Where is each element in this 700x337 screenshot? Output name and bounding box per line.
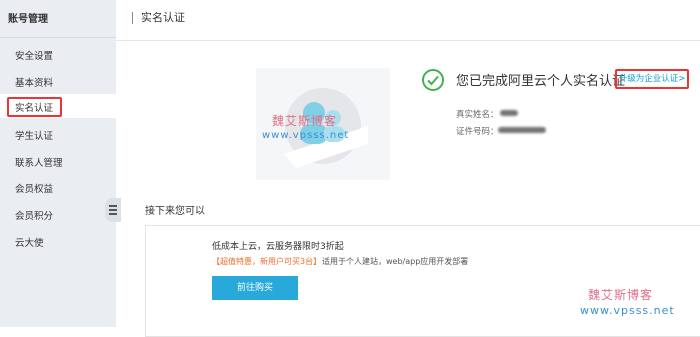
sidebar-item-label: 会员权益 <box>15 184 54 195</box>
upgrade-to-enterprise-link[interactable]: 升级为企业认证> <box>615 69 689 89</box>
watermark-text: 魏艾斯博客 <box>272 114 338 128</box>
watermark-text-corner: 魏艾斯博客 <box>588 288 654 302</box>
sidebar-item-security[interactable]: 安全设置 <box>0 42 116 66</box>
sidebar-item-label: 基本资料 <box>15 78 54 89</box>
sidebar-item-label: 联系人管理 <box>15 158 63 169</box>
watermark-url-corner: www.vpsss.net <box>580 304 675 317</box>
real-name-value-redacted <box>500 110 518 116</box>
sidebar-title: 账号管理 <box>8 14 48 25</box>
header-divider <box>116 40 700 41</box>
watermark-url: www.vpsss.net <box>262 130 350 141</box>
sidebar-item-student-auth[interactable]: 学生认证 <box>0 122 116 146</box>
promo-title: 低成本上云，云服务器限时3折起 <box>212 242 344 252</box>
sidebar-item-contacts[interactable]: 联系人管理 <box>0 149 116 173</box>
check-circle-icon <box>422 69 444 91</box>
menu-collapse-icon[interactable] <box>105 198 121 222</box>
promo-description: 适用于个人建站，web/app应用开发部署 <box>322 257 469 266</box>
page-title: 实名认证 <box>132 12 185 24</box>
sidebar-item-label: 实名认证 <box>15 103 54 114</box>
sidebar-item-label: 安全设置 <box>15 51 54 62</box>
real-name-label: 真实姓名： <box>456 110 499 120</box>
sidebar-item-label: 云大使 <box>15 238 44 249</box>
verification-status: 您已完成阿里云个人实名认证 <box>456 74 626 89</box>
sidebar-item-label: 学生认证 <box>15 131 54 142</box>
sidebar-divider <box>0 37 116 38</box>
id-number-label: 证件号码： <box>456 127 499 137</box>
buy-button[interactable]: 前往购买 <box>212 276 298 300</box>
sidebar: 账号管理 安全设置 基本资料 实名认证 学生认证 联系人管理 会员权益 会员积分… <box>0 0 116 327</box>
sidebar-item-profile[interactable]: 基本资料 <box>0 69 116 93</box>
sidebar-item-ambassador[interactable]: 云大使 <box>0 229 116 253</box>
next-section-title: 接下来您可以 <box>145 206 205 217</box>
sidebar-item-member-points[interactable]: 会员积分 <box>0 202 116 226</box>
promo-tag: 【超值特惠，新用户可买3台】 <box>212 257 322 266</box>
sidebar-item-member-benefits[interactable]: 会员权益 <box>0 175 116 199</box>
id-number-value-redacted <box>498 127 546 133</box>
sidebar-item-label: 会员积分 <box>15 211 54 222</box>
sidebar-item-real-name-auth[interactable]: 实名认证 <box>0 94 116 118</box>
